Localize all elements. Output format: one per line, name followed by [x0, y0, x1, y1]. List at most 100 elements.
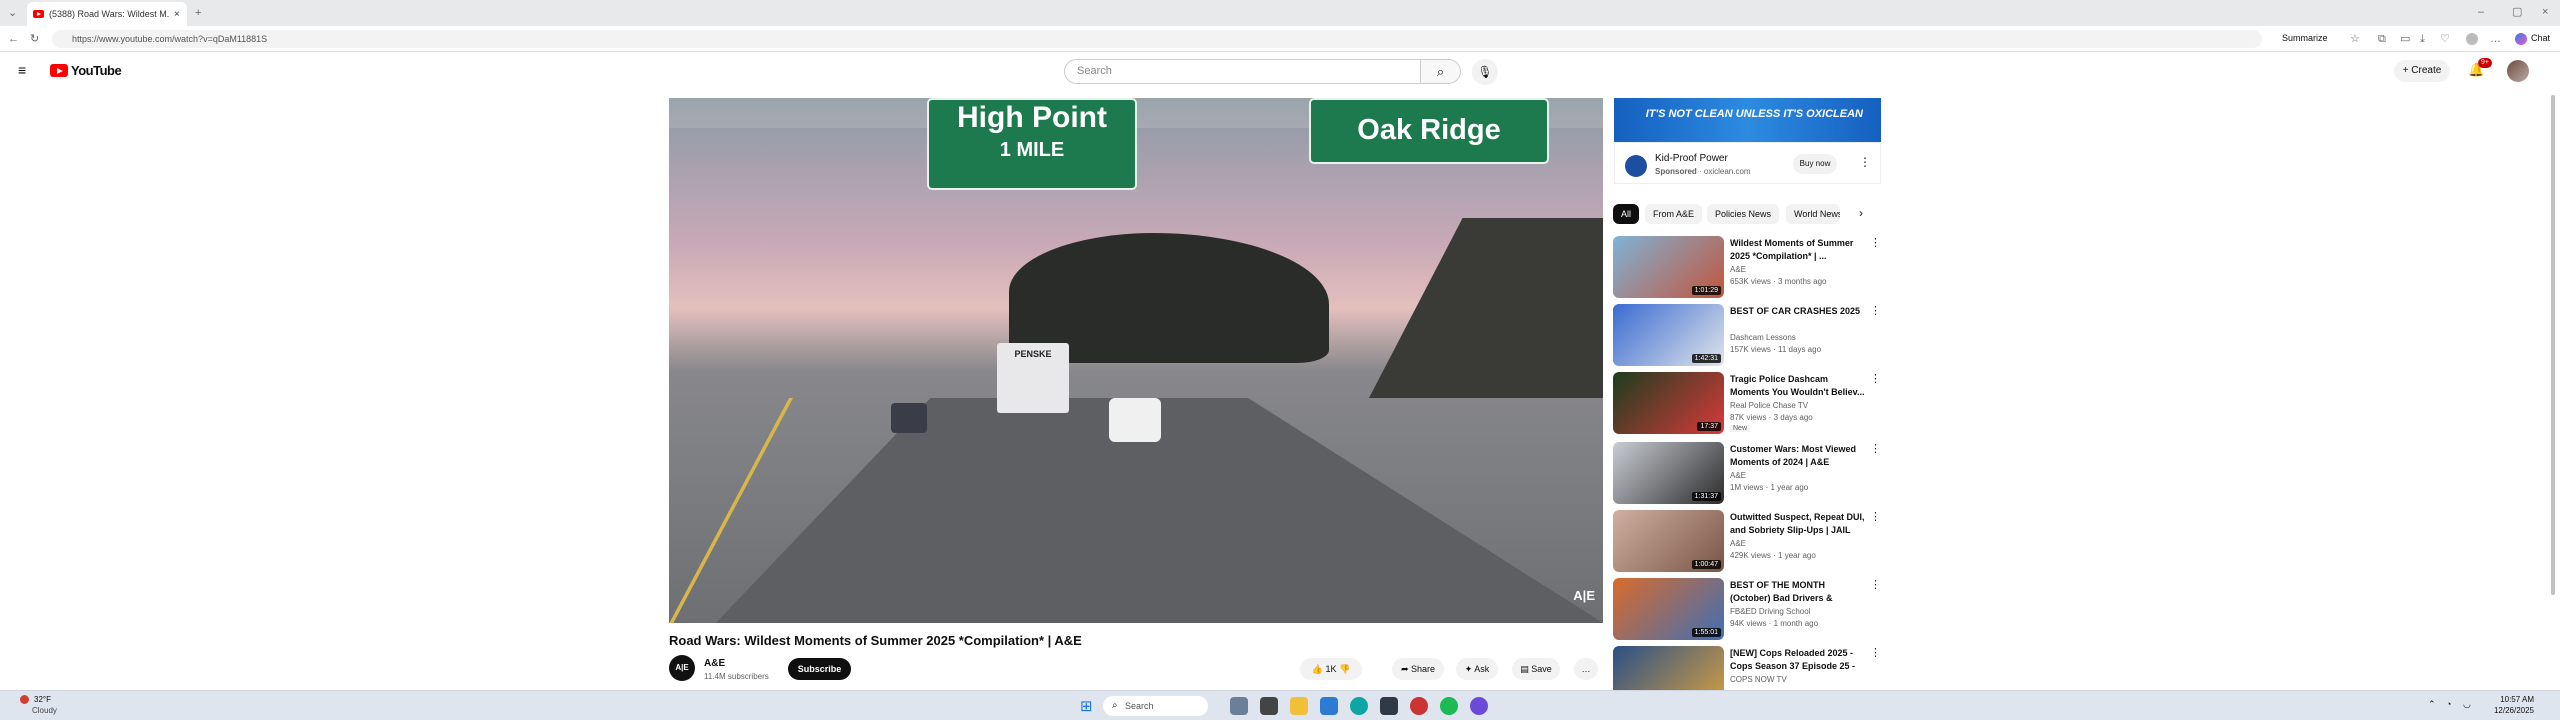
more-actions-icon[interactable]: … [1574, 658, 1598, 680]
recommendation-item[interactable]: 1:55:01 BEST OF THE MONTH (October) Bad … [1613, 578, 1883, 642]
recommendation-title[interactable]: [NEW] Cops Reloaded 2025 - Cops Season 3… [1730, 647, 1865, 673]
task-view-icon[interactable] [1230, 697, 1248, 715]
recommendation-menu-icon[interactable]: ⋮ [1870, 578, 1881, 591]
recommendation-title[interactable]: Tragic Police Dashcam Moments You Wouldn… [1730, 373, 1865, 399]
video-player[interactable]: High Point 1 MILE Oak Ridge PENSKE A|E [669, 98, 1603, 623]
recommendation-title[interactable]: BEST OF CAR CRASHES 2025 [1730, 305, 1865, 318]
recommendation-channel[interactable]: A&E [1730, 265, 1746, 274]
video-thumbnail[interactable]: 1:42:31 [1613, 304, 1724, 366]
chevron-right-icon[interactable]: › [1859, 206, 1863, 220]
youtube-logo[interactable]: YouTube [50, 63, 122, 78]
taskbar-time[interactable]: 10:57 AM [2474, 695, 2534, 704]
recommendation-menu-icon[interactable]: ⋮ [1870, 372, 1881, 385]
close-tab-icon[interactable]: × [174, 9, 180, 20]
minimize-icon[interactable]: – [2478, 5, 2484, 19]
recommendation-channel[interactable]: COPS NOW TV [1730, 675, 1787, 684]
url-field[interactable]: https://www.youtube.com/watch?v=qDaM1188… [52, 30, 2262, 48]
summarize-button[interactable]: Summarize [2282, 33, 2328, 43]
like-icon[interactable]: 👍 [1312, 664, 1323, 674]
save-button[interactable]: ▤ Save [1512, 658, 1560, 680]
new-tab-icon[interactable]: + [195, 6, 201, 20]
ask-button[interactable]: ✦ Ask [1456, 658, 1498, 680]
ad-title[interactable]: Kid-Proof Power [1655, 153, 1728, 164]
recommendation-menu-icon[interactable]: ⋮ [1870, 510, 1881, 523]
chip-from-ae[interactable]: From A&E [1645, 204, 1703, 224]
copilot-icon[interactable] [2515, 33, 2527, 45]
mail-icon[interactable] [1320, 697, 1338, 715]
recommendation-item[interactable]: 1:00:47 Outwitted Suspect, Repeat DUI, a… [1613, 510, 1883, 574]
extensions-icon[interactable]: ⧉ [2378, 32, 2386, 46]
recommendation-title[interactable]: Outwitted Suspect, Repeat DUI, and Sobri… [1730, 511, 1865, 537]
copilot-taskbar-icon[interactable] [1470, 697, 1488, 715]
recommendation-title[interactable]: Customer Wars: Most Viewed Moments of 20… [1730, 443, 1865, 469]
weather-temperature[interactable]: 32°F [34, 695, 51, 704]
channel-name[interactable]: A&E [704, 658, 725, 669]
recommendation-item[interactable]: 17:37 Tragic Police Dashcam Moments You … [1613, 372, 1883, 436]
recommendation-item[interactable]: 1:31:37 Customer Wars: Most Viewed Momen… [1613, 442, 1883, 506]
page-scrollbar[interactable] [2551, 95, 2555, 595]
video-thumbnail[interactable]: 1:00:47 [1613, 510, 1724, 572]
spotify-icon[interactable] [1440, 697, 1458, 715]
account-avatar[interactable] [2507, 60, 2529, 82]
notification-tray-icon[interactable]: ◔ [2446, 699, 2451, 709]
chip-policies-news[interactable]: Policies News [1707, 204, 1780, 224]
chip-all[interactable]: All [1613, 204, 1640, 224]
recommendation-meta: 429K views · 1 year ago [1730, 551, 1816, 560]
voice-search-button[interactable]: 🎙 [1472, 59, 1498, 85]
recommendation-channel[interactable]: Real Police Chase TV [1730, 401, 1808, 410]
ad-menu-icon[interactable]: ⋮ [1859, 155, 1871, 169]
recommendation-channel[interactable]: A&E [1730, 539, 1746, 548]
dislike-icon[interactable]: 👎 [1339, 664, 1350, 674]
video-thumbnail[interactable]: 17:37 [1613, 372, 1724, 434]
chat-button[interactable]: Chat [2531, 33, 2550, 43]
window-close-icon[interactable]: × [2542, 5, 2548, 19]
windows-start-icon[interactable]: ⊞ [1080, 697, 1093, 715]
chip-world-news[interactable]: World News [1786, 204, 1840, 224]
recommendation-item[interactable]: 1:01:29 Wildest Moments of Summer 2025 *… [1613, 236, 1883, 300]
tab-list-icon[interactable]: ⌄ [8, 6, 17, 20]
video-thumbnail[interactable]: 1:31:37 [1613, 442, 1724, 504]
maximize-icon[interactable]: ▢ [2512, 5, 2522, 19]
browser-essentials-icon[interactable]: ♡ [2440, 32, 2450, 46]
recommendation-channel[interactable]: Dashcam Lessons [1730, 333, 1796, 342]
subscribe-button[interactable]: Subscribe [788, 658, 851, 680]
file-app-icon[interactable] [1260, 697, 1278, 715]
buy-now-button[interactable]: Buy now [1793, 154, 1837, 174]
more-menu-icon[interactable]: … [2490, 32, 2501, 46]
reload-icon[interactable]: ↻ [30, 32, 39, 46]
favorites-icon[interactable]: ☆ [2350, 32, 2360, 46]
taskbar-date[interactable]: 12/26/2025 [2474, 706, 2534, 715]
create-button[interactable]: + Create [2394, 60, 2450, 82]
share-button[interactable]: ➦ Share [1392, 658, 1444, 680]
tray-chevron-up-icon[interactable]: ⌃ [2428, 699, 2436, 710]
downloads-icon[interactable]: ⤓ [2420, 32, 2425, 46]
taskbar-search[interactable]: Search [1103, 696, 1208, 716]
hamburger-menu-icon[interactable]: ≡ [18, 62, 26, 78]
recommendation-channel[interactable]: A&E [1730, 471, 1746, 480]
video-thumbnail[interactable]: 1:01:29 [1613, 236, 1724, 298]
chrome-icon[interactable] [1410, 697, 1428, 715]
file-explorer-icon[interactable] [1290, 697, 1308, 715]
taskbar-search-icon: ⌕ [1112, 700, 1118, 711]
recommendation-title[interactable]: Wildest Moments of Summer 2025 *Compilat… [1730, 237, 1865, 263]
wifi-icon[interactable]: ◡ [2463, 699, 2471, 710]
calculator-icon[interactable] [1380, 697, 1398, 715]
search-button[interactable]: ⌕ [1421, 59, 1461, 84]
recommendation-title[interactable]: BEST OF THE MONTH (October) Bad Drivers … [1730, 579, 1865, 605]
browser-tab[interactable]: (5388) Road Wars: Wildest M... × [27, 2, 187, 26]
recommendation-menu-icon[interactable]: ⋮ [1870, 304, 1881, 317]
search-input[interactable]: Search [1064, 59, 1421, 84]
back-icon[interactable]: ← [8, 32, 19, 46]
recommendation-channel[interactable]: FB&ED Driving School [1730, 607, 1810, 616]
collections-icon[interactable]: ▭ [2400, 32, 2410, 46]
ad-banner-image[interactable]: IT'S NOT CLEAN UNLESS IT'S OXICLEAN [1614, 98, 1881, 142]
recommendation-item[interactable]: 1:42:31 BEST OF CAR CRASHES 2025 Dashcam… [1613, 304, 1883, 368]
like-count[interactable]: 1K [1325, 664, 1336, 674]
edge-icon[interactable] [1350, 697, 1368, 715]
channel-avatar[interactable]: A|E [669, 655, 695, 681]
recommendation-menu-icon[interactable]: ⋮ [1870, 442, 1881, 455]
profile-icon[interactable] [2466, 33, 2478, 45]
video-thumbnail[interactable]: 1:55:01 [1613, 578, 1724, 640]
recommendation-menu-icon[interactable]: ⋮ [1870, 236, 1881, 249]
recommendation-menu-icon[interactable]: ⋮ [1870, 646, 1881, 659]
